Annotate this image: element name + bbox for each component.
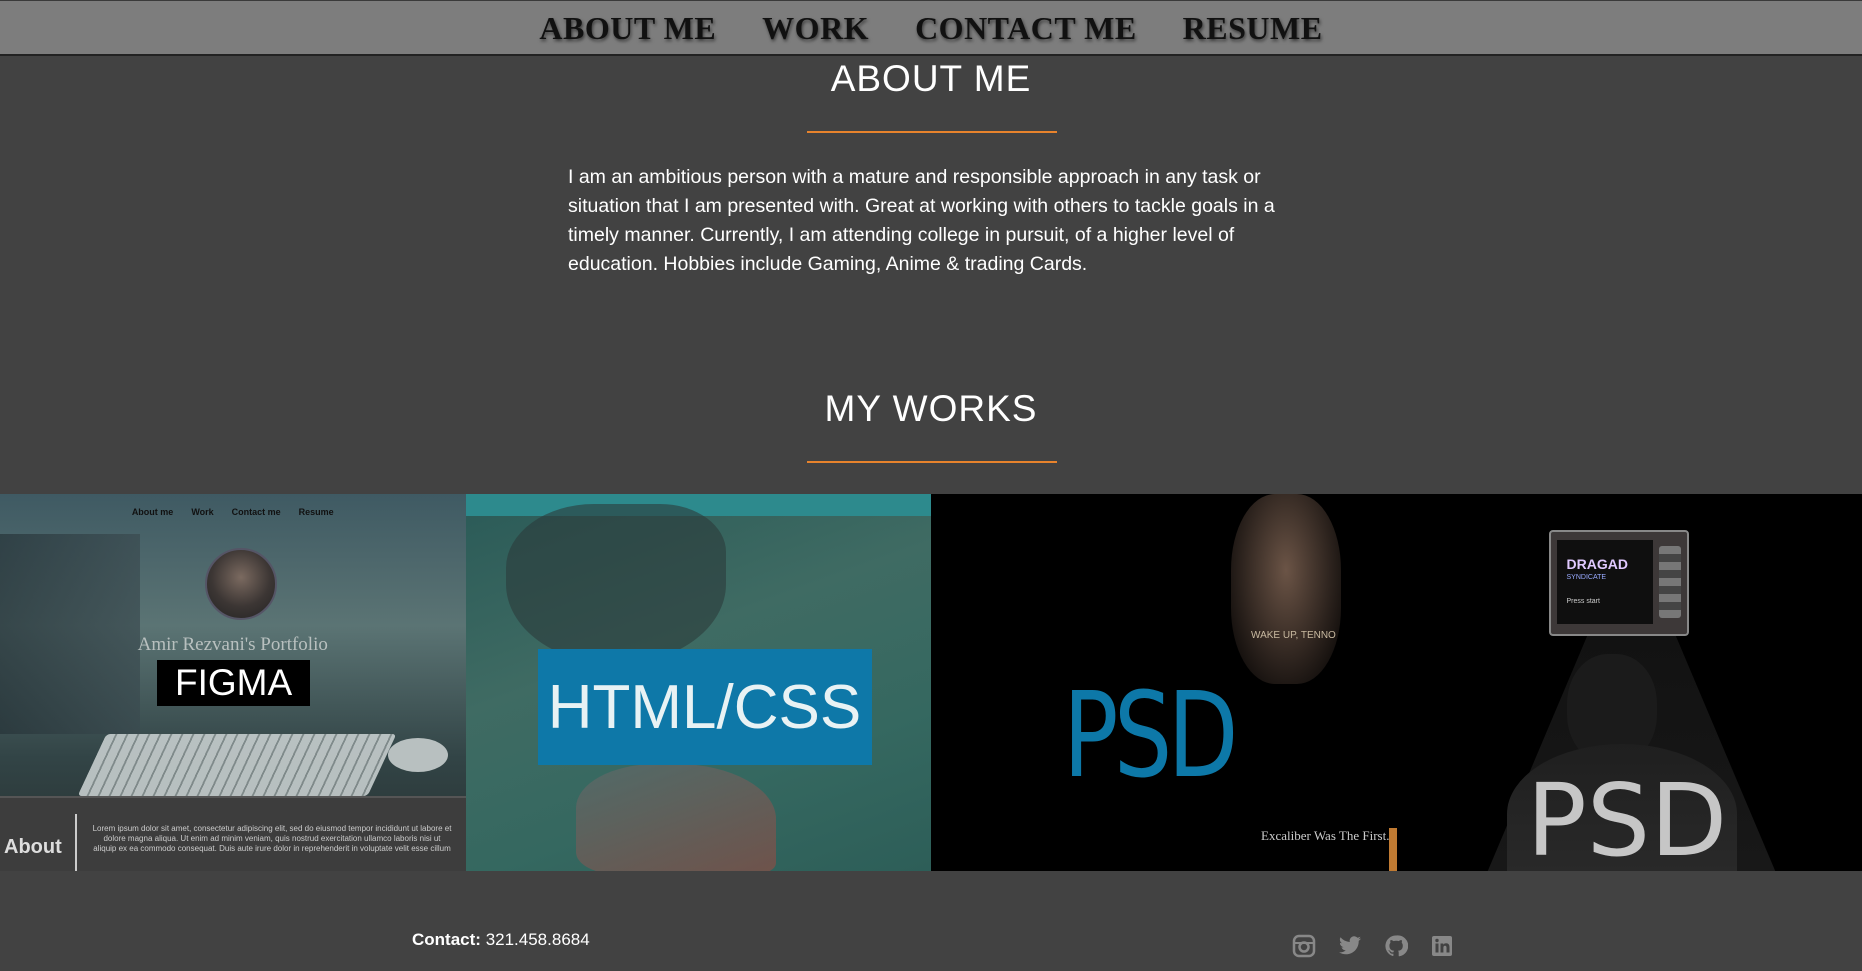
works-divider [807, 461, 1057, 463]
portfolio-name: Amir Rezvani's Portfolio [137, 634, 328, 655]
tile-mini-nav: About me Work Contact me Resume [0, 507, 466, 517]
tile-about-heading: About [4, 836, 62, 858]
contact-label: Contact: [412, 930, 481, 949]
shoe-image [575, 764, 776, 871]
keyboard-image [77, 734, 397, 796]
tile-label: PSD [1063, 666, 1238, 804]
twitter-icon[interactable] [1338, 934, 1362, 958]
mini-nav-item: Contact me [231, 507, 281, 517]
tile-about-strip: About Lorem ipsum dolor sit amet, consec… [0, 796, 466, 871]
nav-contact-me[interactable]: CONTACT ME [915, 10, 1137, 47]
tile-caption: Excaliber Was The First. [1261, 828, 1390, 843]
tv-subtitle: SYNDICATE [1566, 574, 1607, 581]
divider [75, 814, 77, 871]
mini-nav-item: Resume [298, 507, 334, 517]
works-gallery: About me Work Contact me Resume Amir Rez… [0, 494, 1862, 871]
instagram-icon[interactable] [1292, 934, 1316, 958]
runner-image [505, 504, 726, 664]
tv-screen: DRAGAD SYNDICATE Press start [1556, 540, 1653, 624]
github-icon[interactable] [1384, 934, 1409, 958]
tv-image: DRAGAD SYNDICATE Press start [1548, 530, 1689, 636]
tile-label: PSD [1526, 762, 1728, 871]
nav-resume[interactable]: RESUME [1183, 10, 1323, 47]
warrior-image [1231, 494, 1341, 684]
tv-knobs [1658, 546, 1681, 618]
mini-nav-item: Work [191, 507, 214, 517]
work-tile-psd-2[interactable]: DRAGAD SYNDICATE Press start PSD [1396, 494, 1862, 871]
mini-nav-item: About me [131, 507, 174, 517]
avatar [205, 548, 277, 620]
decorative-strip [1389, 828, 1397, 871]
work-tile-figma[interactable]: About me Work Contact me Resume Amir Rez… [0, 494, 466, 871]
about-divider [807, 131, 1057, 133]
tile-label: FIGMA [157, 660, 311, 706]
contact-phone[interactable]: 321.458.8684 [486, 930, 590, 949]
work-tile-psd-1[interactable]: WAKE UP, TENNO PSD Excaliber Was The Fir… [931, 494, 1397, 871]
work-tile-html-css[interactable]: HTML/CSS [465, 494, 931, 871]
tv-press-start: Press start [1566, 598, 1600, 605]
nav-work[interactable]: WORK [762, 10, 869, 47]
tv-title: DRAGAD [1566, 556, 1628, 572]
linkedin-icon[interactable] [1430, 934, 1454, 958]
tile-label: HTML/CSS [537, 649, 872, 765]
mouse-image [388, 738, 448, 772]
top-nav: ABOUT ME WORK CONTACT ME RESUME [0, 0, 1862, 56]
about-title: ABOUT ME [830, 58, 1032, 99]
footer-contact: Contact: 321.458.8684 [412, 930, 590, 950]
nav-about-me[interactable]: ABOUT ME [539, 10, 716, 47]
tile-small-caption: WAKE UP, TENNO [1251, 630, 1336, 641]
works-title: MY WORKS [824, 388, 1038, 429]
about-text: I am an ambitious person with a mature a… [568, 166, 1275, 275]
social-links [1292, 934, 1454, 958]
tile-lorem-text: Lorem ipsum dolor sit amet, consectetur … [92, 824, 452, 853]
